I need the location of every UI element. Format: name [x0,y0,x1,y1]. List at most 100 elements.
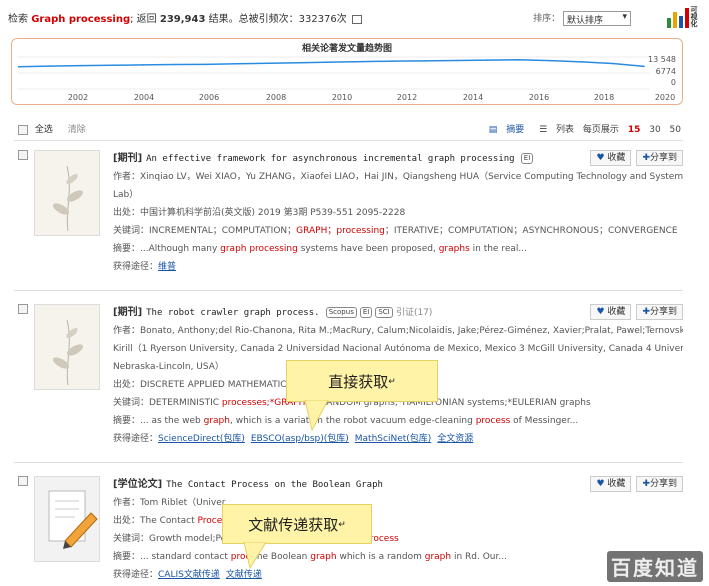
x-tick-label: 2012 [396,93,418,102]
trend-data-point [424,60,426,62]
favorite-button[interactable]: ♥ 收藏 [590,476,632,492]
clear-link[interactable]: 清除 [68,125,86,135]
record-access: 获得途径：维普 [113,262,177,272]
record-authors-cont: Lab） [113,190,139,200]
trend-data-point [79,64,82,67]
trend-data-point [361,60,364,63]
record-source: 出处：中国计算机科学前沿(英文版) 2019 第3期 P539-551 2095… [113,208,406,218]
x-tick-label: 2002 [67,93,89,102]
select-all-label[interactable]: 全选 [35,125,53,135]
citation-total: 332376次 [298,14,347,25]
share-button[interactable]: ✚分享到 [636,476,683,492]
per-page-option[interactable]: 30 [649,125,660,135]
access-link[interactable]: 全文资源 [437,434,473,444]
ei-badge: EI [520,152,534,164]
access-link[interactable]: MathSciNet(包库) [355,434,432,444]
trend-data-point [142,64,144,66]
record-access: 获得途径：ScienceDirect(包库) EBSCO(asp/bsp)(包库)… [113,434,474,444]
record-authors: 作者：Bonato, Anthony;del Rio-Chanona, Rita… [113,326,683,336]
access-link[interactable]: ScienceDirect(包库) [158,434,245,444]
trend-line-plot [18,56,650,90]
callout-document-delivery: 文献传递获取↵ [222,504,372,544]
y-tick-label: 13 548 [648,55,676,64]
x-tick-label: 2018 [593,93,615,102]
document-thumbnail[interactable] [34,476,100,562]
record-actions: ♥ 收藏 ✚分享到 [585,476,683,492]
access-link[interactable]: CALIS文献传递 [158,570,220,580]
plant-illustration-icon [52,319,84,386]
y-tick-label: 6774 [655,67,676,76]
visualize-label: 可视化 [690,6,698,27]
cover-thumbnail[interactable] [34,304,100,390]
trend-data-point [455,59,458,62]
export-icon[interactable] [351,14,362,24]
record-keywords: 关键词：INCREMENTAL；COMPUTATION；GRAPH；proces… [113,226,678,236]
access-link[interactable]: 维普 [158,262,176,272]
x-tick-label: 2004 [133,93,155,102]
abstract-icon: ▤ [488,125,498,135]
list-icon: ☰ [539,125,548,135]
x-tick-label: 2014 [462,93,484,102]
plus-icon: ✚ [642,479,650,489]
result-controls: 全选 清除 ▤ 摘要 ☰ 列表 每页展示 15 30 50 [18,122,681,138]
record-source: 出处：The Contact Proces [113,516,227,526]
heart-icon: ♥ [596,153,605,163]
callout-direct-access: 直接获取↵ [286,360,438,402]
list-view-button[interactable]: ☰ 列表 [533,125,574,135]
record-checkbox[interactable] [18,476,28,486]
y-tick-label: 0 [670,78,676,87]
record-keywords: 关键词：Growth model;Percolati process [113,534,399,544]
visualize-button[interactable]: 可视化 [665,6,699,30]
trend-data-point [205,63,207,66]
favorite-button[interactable]: ♥ 收藏 [590,150,632,166]
record-authors: 作者：Xinqiao LV，Wei XIAO，Yu ZHANG，Xiaofei … [113,172,683,182]
per-page-label: 每页展示 [582,125,619,135]
sort-control: 排序： 默认排序 [533,11,631,26]
share-button[interactable]: ✚分享到 [636,150,683,166]
plant-illustration-icon [52,165,84,232]
record-checkbox[interactable] [18,304,28,314]
sort-select[interactable]: 默认排序 [563,11,631,26]
x-tick-label: 2016 [528,93,550,102]
divider [14,462,683,463]
record-authors-cont: Kirill（1 Ryerson University, Canada 2 Un… [113,344,683,354]
per-page-option[interactable]: 15 [628,125,641,135]
trend-data-point [518,58,520,61]
record-abstract: 摘要：... as the web graph, which is a vari… [113,416,579,426]
viz-bar-icon [679,16,683,28]
trend-data-point [580,61,583,63]
select-all-checkbox[interactable] [18,124,28,135]
access-link[interactable]: EBSCO(asp/bsp)(包库) [251,434,349,444]
share-button[interactable]: ✚分享到 [636,304,683,320]
x-tick-label: 2010 [331,93,353,102]
plus-icon: ✚ [642,153,650,163]
record-abstract: 摘要：...Although many graph processing sys… [113,244,527,254]
access-link[interactable]: 文献传递 [226,570,262,580]
record-abstract: 摘要：... standard contact proc the Boolean… [113,552,507,562]
heart-icon: ♥ [596,479,605,489]
divider [14,290,683,291]
per-page-option[interactable]: 50 [670,125,681,135]
record-body: [学位论文] The Contact Process on the Boolean… [113,476,683,584]
divider [14,140,683,141]
search-summary: 检索 Graph processing; 返回 239,943 结果。总被引频次… [8,10,362,25]
ei-badge: EI [359,306,373,318]
trend-data-point [111,64,113,67]
x-tick-label: 2008 [265,93,287,102]
x-tick-label: 2006 [198,93,220,102]
record-access: 获得途径：CALIS文献传递 文献传递 [113,570,262,580]
trend-data-point [173,63,176,66]
trend-data-point [330,61,332,63]
citation-count[interactable]: 引证(17) [396,308,432,318]
document-pencil-icon [48,490,98,549]
record-checkbox[interactable] [18,150,28,160]
favorite-button[interactable]: ♥ 收藏 [590,304,632,320]
trend-data-point [48,65,51,67]
callout-pointer-icon [243,542,267,570]
x-axis: 2002 2004 2006 2008 2010 2012 2014 2016 … [11,93,683,105]
record-actions: ♥ 收藏 ✚分享到 [585,150,683,166]
trend-data-point [486,59,489,61]
abstract-view-button[interactable]: ▤ 摘要 [483,125,524,135]
cover-thumbnail[interactable] [34,150,100,236]
trend-data-point [643,65,645,68]
